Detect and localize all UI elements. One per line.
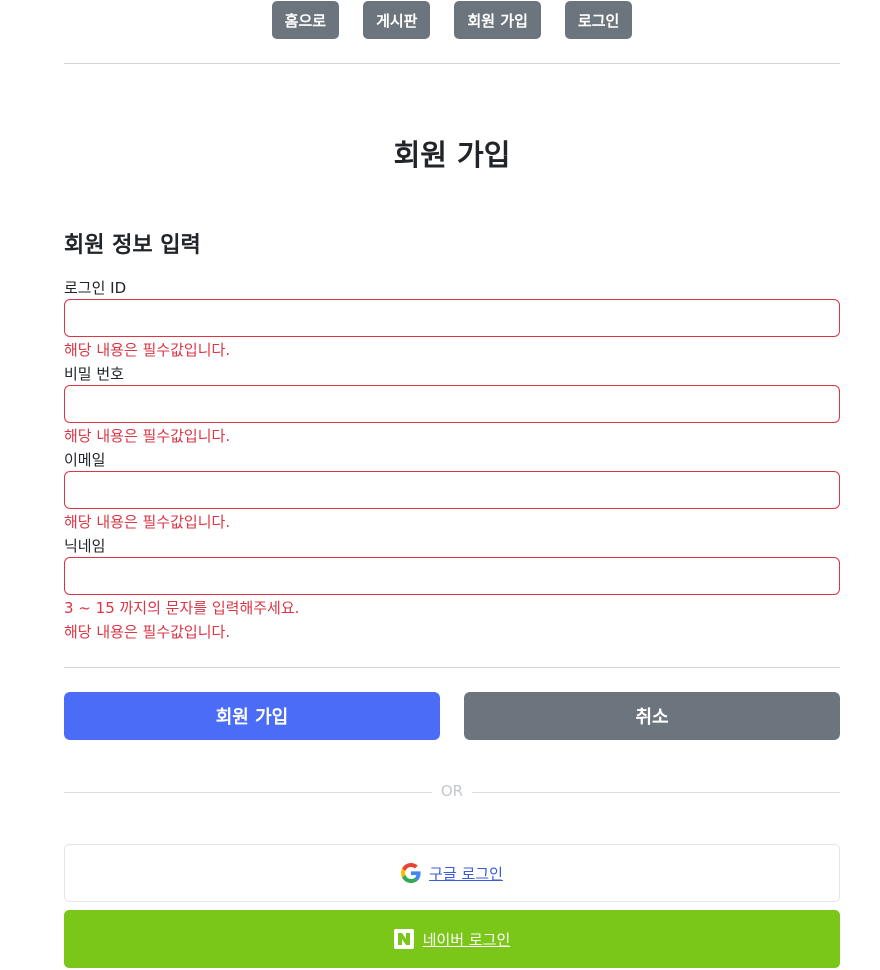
nav-home-button[interactable]: 홈으로 xyxy=(271,1,340,39)
nickname-input[interactable] xyxy=(64,557,840,595)
nav-board-button[interactable]: 게시판 xyxy=(363,1,431,39)
nickname-error: 해당 내용은 필수값입니다. xyxy=(64,623,231,641)
or-divider-right xyxy=(472,792,840,793)
email-input[interactable] xyxy=(64,471,840,509)
email-label: 이메일 xyxy=(64,451,106,469)
nickname-length-error: 3 ~ 15 까지의 문자를 입력해주세요. xyxy=(64,599,300,617)
nav-signup-button[interactable]: 회원 가입 xyxy=(454,1,541,39)
password-label: 비밀 번호 xyxy=(64,365,124,383)
form-divider xyxy=(64,667,840,668)
cancel-button[interactable]: 취소 xyxy=(464,692,840,740)
email-error: 해당 내용은 필수값입니다. xyxy=(64,513,231,531)
naver-login-label: 네이버 로그인 xyxy=(422,930,511,949)
nav-login-button[interactable]: 로그인 xyxy=(564,1,633,39)
section-title: 회원 정보 입력 xyxy=(64,233,201,258)
google-logo-icon xyxy=(401,863,421,883)
naver-logo-icon xyxy=(393,929,414,949)
nickname-label: 닉네임 xyxy=(64,537,106,555)
header-divider xyxy=(64,63,840,64)
password-error: 해당 내용은 필수값입니다. xyxy=(64,427,231,445)
naver-login-button[interactable]: 네이버 로그인 xyxy=(64,910,840,968)
or-divider-left xyxy=(64,792,432,793)
or-divider-text: OR xyxy=(440,782,464,800)
google-login-label: 구글 로그인 xyxy=(429,864,503,883)
login-id-label: 로그인 ID xyxy=(64,279,127,297)
password-input[interactable] xyxy=(64,385,840,423)
top-nav: 홈으로 게시판 회원 가입 로그인 xyxy=(0,1,880,39)
google-login-button[interactable]: 구글 로그인 xyxy=(64,844,840,902)
page-title: 회원 가입 xyxy=(393,138,511,172)
signup-submit-button[interactable]: 회원 가입 xyxy=(64,692,440,740)
login-id-input[interactable] xyxy=(64,299,840,337)
login-id-error: 해당 내용은 필수값입니다. xyxy=(64,341,231,359)
